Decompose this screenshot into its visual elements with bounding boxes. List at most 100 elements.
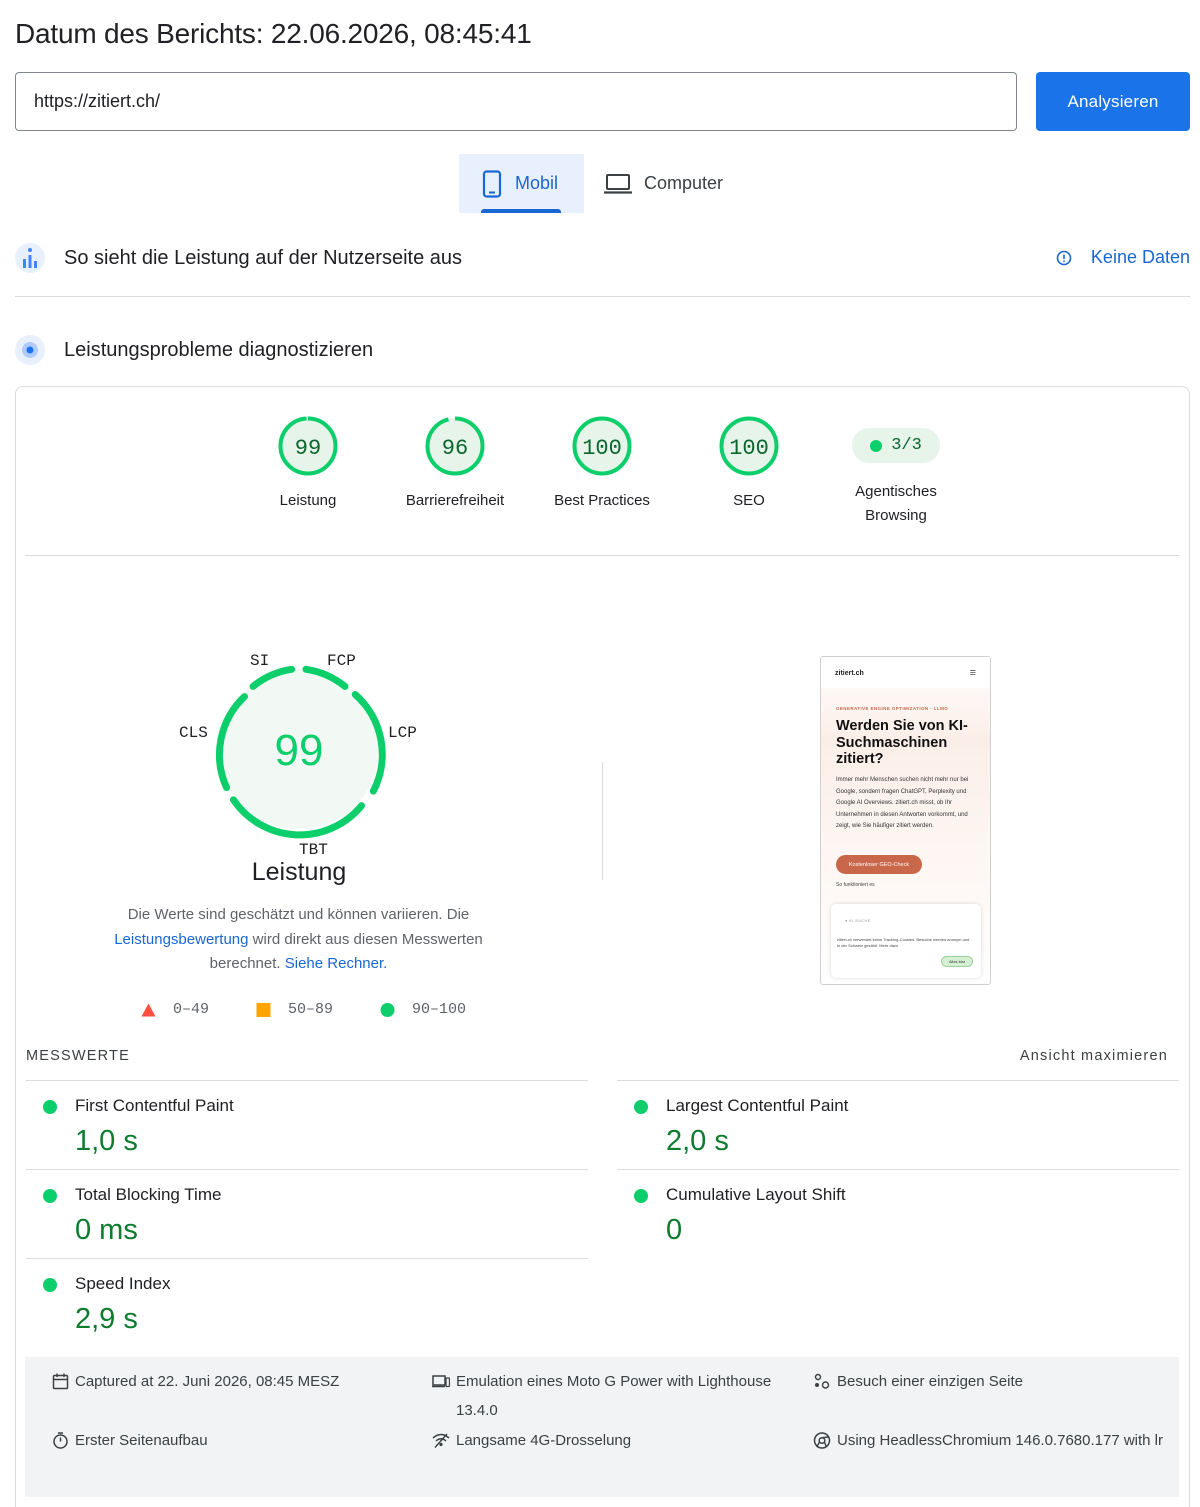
- category-label: Agentisches Browsing: [855, 483, 937, 524]
- screenshot-how: So funktioniert es: [836, 882, 875, 888]
- laptop-icon: [604, 173, 632, 194]
- agentic-score: 3/3: [891, 436, 922, 455]
- pass-dot: [43, 1100, 57, 1114]
- devices-icon: [432, 1375, 450, 1388]
- gauge-ring: 100: [572, 416, 632, 476]
- metric-fcp: First Contentful Paint 1,0 s: [26, 1080, 588, 1170]
- agentic-score-pill: 3/3: [852, 428, 940, 463]
- legend-average: 50–89: [256, 1001, 333, 1018]
- screenshot-cta: Kostenloser GEO-Check: [836, 855, 922, 874]
- field-data-icon: [15, 243, 45, 273]
- calendar-icon: [52, 1373, 69, 1390]
- final-screenshot[interactable]: zitiert.ch ≡ GENERATIVE ENGINE OPTIMIZAT…: [820, 656, 991, 985]
- pass-dot: [634, 1100, 648, 1114]
- lab-data-title: Leistungsprobleme diagnostizieren: [64, 338, 374, 361]
- category-label: SEO: [733, 492, 765, 509]
- hamburger-icon: ≡: [969, 667, 976, 679]
- url-input[interactable]: [15, 72, 1017, 131]
- category-gauge-best-practices[interactable]: 100 Best Practices: [537, 415, 667, 513]
- metric-value: 0 ms: [75, 1214, 138, 1246]
- metric-lcp: Largest Contentful Paint 2,0 s: [617, 1080, 1179, 1170]
- gauge-tag-cls: CLS: [179, 724, 208, 742]
- performance-score: 99: [275, 726, 324, 775]
- category-score: 100: [582, 436, 622, 461]
- square-icon: [256, 1002, 271, 1017]
- screenshot-kicker: GENERATIVE ENGINE OPTIMIZATION · LLMO: [836, 706, 949, 711]
- circle-icon: [380, 1002, 395, 1017]
- calculator-link[interactable]: Siehe Rechner.: [285, 955, 388, 972]
- metric-value: 2,9 s: [75, 1303, 138, 1335]
- metrics-section-label: MESSWERTE: [26, 1048, 130, 1064]
- screenshot-logo: zitiert.ch: [835, 670, 864, 677]
- category-gauge-accessibility[interactable]: 96 Barrierefreiheit: [390, 415, 520, 513]
- no-data-label: Keine Daten: [1090, 247, 1190, 267]
- gauge-ring: 96: [425, 416, 485, 476]
- metric-name: Largest Contentful Paint: [666, 1096, 849, 1115]
- lab-data-header: Leistungsprobleme diagnostizieren: [15, 335, 373, 365]
- legend-pass: 90–100: [380, 1001, 466, 1018]
- screenshot-cookie-card: ● KI-SUCHE zitiert.ch verwendet keine Tr…: [831, 904, 981, 978]
- gauge-ring: 99: [278, 416, 338, 476]
- category-score: 96: [442, 436, 468, 461]
- report-date-title: Datum des Berichts: 22.06.2026, 08:45:41: [15, 18, 532, 49]
- diagnose-icon: [15, 335, 45, 365]
- category-score: 100: [729, 436, 769, 461]
- category-gauge-seo[interactable]: 100 SEO: [684, 415, 814, 513]
- pass-dot: [43, 1278, 57, 1292]
- field-data-header: So sieht die Leistung auf der Nutzerseit…: [15, 243, 462, 273]
- screenshot-body: Immer mehr Menschen suchen nicht mehr nu…: [836, 777, 969, 830]
- metric-name: Cumulative Layout Shift: [666, 1185, 846, 1204]
- no-data-info[interactable]: Keine Daten: [1056, 247, 1190, 268]
- gauge-tag-lcp: LCP: [388, 724, 417, 742]
- score-description: Die Werte sind geschätzt und können vari…: [114, 906, 483, 972]
- metric-value: 1,0 s: [75, 1125, 138, 1157]
- performance-title: Leistung: [251, 858, 347, 886]
- tab-selected-indicator: [481, 209, 561, 213]
- network-signal-icon: [432, 1433, 450, 1448]
- metric-value: 0: [666, 1214, 683, 1246]
- category-agentic-browsing[interactable]: 3/3 Agentisches Browsing: [831, 418, 961, 528]
- category-label: Best Practices: [554, 492, 650, 509]
- metric-tbt: Total Blocking Time 0 ms: [26, 1169, 588, 1259]
- score-calculation-link[interactable]: Leistungsbewertung: [114, 931, 248, 948]
- category-score: 99: [295, 436, 321, 461]
- gauge-tag-si: SI: [250, 652, 270, 670]
- metric-si: Speed Index 2,9 s: [26, 1258, 588, 1348]
- run-info-throttling: Langsame 4G-Drosselung: [432, 1426, 792, 1455]
- gauge-tag-tbt: TBT: [299, 841, 328, 859]
- run-info-captured: Captured at 22. Juni 2026, 08:45 MESZ: [52, 1367, 412, 1396]
- tab-mobile-label: Mobil: [515, 173, 559, 193]
- category-label: Barrierefreiheit: [405, 492, 505, 509]
- run-info-emulation: Emulation eines Moto G Power with Lighth…: [432, 1367, 792, 1425]
- analyze-button[interactable]: Analysieren: [1036, 72, 1190, 131]
- run-info-load: Erster Seitenaufbau: [52, 1426, 412, 1455]
- timer-icon: [53, 1432, 68, 1449]
- gauge-tag-fcp: FCP: [327, 652, 356, 670]
- single-page-icon: [814, 1373, 830, 1389]
- run-info-browser: Using HeadlessChromium 146.0.7680.177 wi…: [813, 1426, 1173, 1455]
- tab-desktop-label: Computer: [644, 173, 724, 193]
- chromium-icon: [813, 1432, 831, 1449]
- divider: [25, 555, 1179, 556]
- category-label: Leistung: [279, 492, 337, 509]
- legend-fail: 0–49: [141, 1001, 209, 1018]
- pass-dot: [634, 1189, 648, 1203]
- performance-gauge: 99: [215, 665, 386, 839]
- tab-desktop[interactable]: Computer: [600, 154, 750, 213]
- tab-mobile[interactable]: Mobil: [459, 154, 584, 213]
- metric-name: Speed Index: [75, 1274, 171, 1293]
- category-gauge-performance[interactable]: 99 Leistung: [243, 415, 373, 513]
- metric-cls: Cumulative Layout Shift 0: [617, 1169, 1179, 1259]
- expand-view-toggle[interactable]: Ansicht maximieren: [1020, 1048, 1168, 1064]
- screenshot-cookie-ok: Alles klar: [941, 956, 973, 967]
- info-icon: [1056, 250, 1072, 265]
- pass-dot: [43, 1189, 57, 1203]
- smartphone-icon: [482, 169, 502, 198]
- screenshot-card-kicker: ● KI-SUCHE: [845, 918, 871, 923]
- field-data-title: So sieht die Leistung auf der Nutzerseit…: [64, 246, 463, 269]
- run-info-visit: Besuch einer einzigen Seite: [813, 1367, 1173, 1396]
- divider: [602, 762, 603, 880]
- metric-name: First Contentful Paint: [75, 1096, 234, 1115]
- triangle-icon: [141, 1003, 156, 1016]
- gauge-ring: 100: [719, 416, 779, 476]
